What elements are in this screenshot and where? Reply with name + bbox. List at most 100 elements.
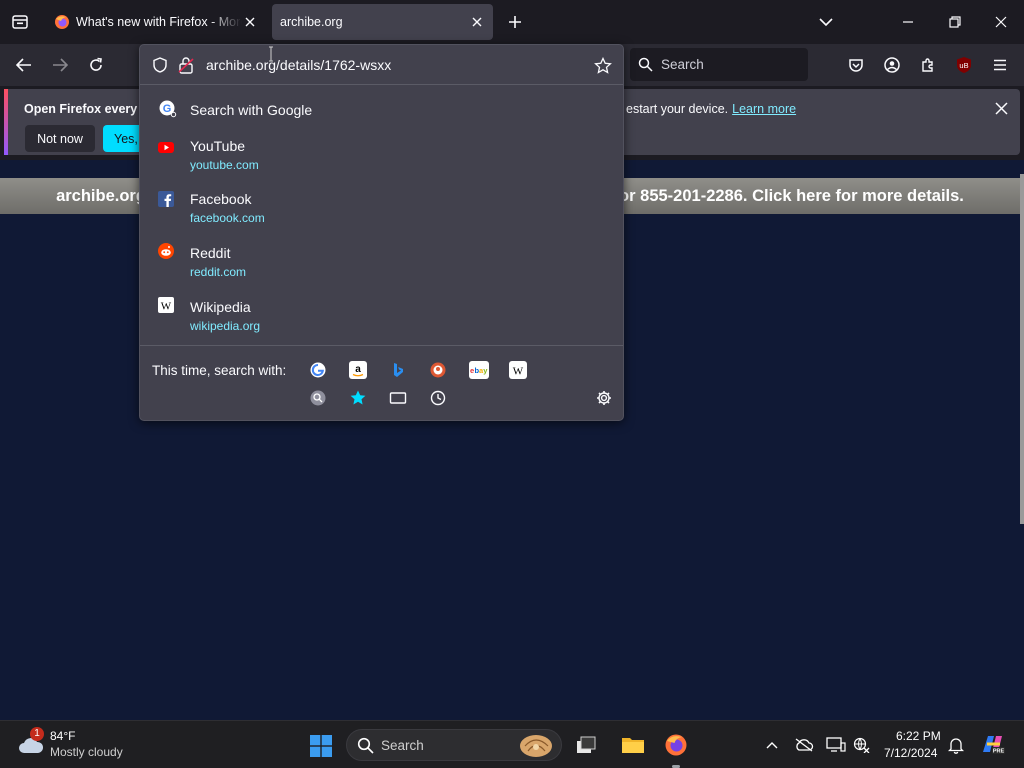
history-icon — [430, 390, 446, 406]
result-title: Facebook — [190, 191, 252, 207]
notifications-button[interactable] — [946, 735, 966, 755]
google-search-icon: G — [159, 100, 177, 118]
svg-text:uB: uB — [959, 61, 968, 70]
notification-message: Open Firefox every ti — [24, 102, 149, 116]
chevron-down-icon — [819, 18, 833, 27]
search-settings-button[interactable] — [594, 388, 614, 408]
tab-archibe[interactable]: archibe.org — [272, 4, 493, 40]
clock-date[interactable]: 7/12/2024 — [884, 746, 937, 760]
network-globe-icon — [853, 737, 870, 753]
result-reddit[interactable]: Reddit reddit.com — [140, 240, 623, 284]
ublock-origin-button[interactable]: uB — [948, 49, 980, 81]
taskbar-task-view-app[interactable] — [570, 729, 602, 761]
engine-google-button[interactable] — [309, 361, 327, 379]
tabs-icon — [389, 392, 407, 404]
weather-temperature: 84°F — [50, 729, 76, 743]
tab-whats-new[interactable]: What's new with Firefox - More — [46, 4, 266, 40]
back-button[interactable] — [8, 49, 40, 81]
duckduckgo-icon — [430, 362, 446, 378]
engine-duckduckgo-button[interactable] — [429, 361, 447, 379]
bing-icon — [394, 363, 403, 377]
address-bar-dropdown: archibe.org/details/1762-wsxx G Search w… — [139, 44, 624, 421]
amazon-icon: a — [352, 364, 364, 377]
engine-wikipedia-button[interactable]: W — [509, 361, 527, 379]
engine-amazon-button[interactable]: a — [349, 361, 367, 379]
windows-taskbar: 1 84°F Mostly cloudy Search 6:22 PM 7/12… — [0, 720, 1024, 768]
tab-strip: What's new with Firefox - More archibe.o… — [0, 0, 1024, 44]
firefox-view-button[interactable] — [4, 6, 36, 38]
svg-text:W: W — [513, 366, 524, 378]
mode-bookmarks-button[interactable] — [349, 389, 367, 407]
result-search-with-google[interactable]: G Search with Google — [140, 95, 623, 123]
list-all-tabs-button[interactable] — [810, 6, 842, 38]
taskbar-firefox-app[interactable] — [660, 729, 692, 761]
url-input[interactable]: archibe.org/details/1762-wsxx — [206, 57, 391, 73]
ebay-icon: ebay — [470, 366, 488, 375]
taskbar-search-box[interactable]: Search — [346, 729, 562, 761]
start-button[interactable] — [305, 730, 337, 762]
new-tab-button[interactable] — [500, 6, 530, 38]
account-button[interactable] — [876, 49, 908, 81]
mode-tabs-button[interactable] — [389, 389, 407, 407]
minimize-icon — [903, 21, 913, 23]
taskbar-file-explorer-app[interactable] — [617, 729, 649, 761]
close-tab-icon[interactable] — [469, 14, 485, 30]
display-status-button[interactable] — [826, 735, 846, 755]
onedrive-status-button[interactable] — [794, 735, 814, 755]
mode-search-button[interactable] — [309, 389, 327, 407]
close-window-button[interactable] — [985, 6, 1017, 38]
restore-icon — [949, 16, 961, 28]
result-title: Search with Google — [190, 102, 313, 118]
facebook-icon — [158, 191, 174, 207]
close-tab-icon[interactable] — [242, 14, 258, 30]
svg-text:y: y — [483, 366, 488, 375]
insecure-lock-icon[interactable] — [178, 56, 194, 74]
learn-more-link[interactable]: Learn more — [732, 102, 796, 116]
close-notification-button[interactable] — [990, 97, 1012, 119]
task-view-icon — [577, 736, 596, 753]
wikipedia-icon: W — [158, 297, 174, 313]
account-icon — [884, 57, 900, 73]
wikipedia-icon: W — [513, 366, 524, 378]
firefox-logo-icon — [55, 15, 69, 29]
result-youtube[interactable]: YouTube youtube.com — [140, 133, 623, 177]
svg-text:W: W — [161, 301, 172, 313]
one-off-search-label: This time, search with: — [152, 363, 287, 378]
weather-description: Mostly cloudy — [50, 745, 123, 759]
gear-icon — [597, 391, 611, 405]
address-input-row[interactable]: archibe.org/details/1762-wsxx — [140, 45, 623, 85]
network-status-button[interactable] — [852, 735, 872, 755]
close-icon — [995, 16, 1007, 28]
result-facebook[interactable]: Facebook facebook.com — [140, 186, 623, 230]
arrow-left-icon — [16, 58, 31, 72]
search-highlight-shell-icon — [520, 735, 552, 757]
show-hidden-icons-button[interactable] — [762, 735, 782, 755]
tab-title: archibe.org — [280, 15, 343, 29]
restore-button[interactable] — [939, 6, 971, 38]
result-wikipedia[interactable]: W Wikipedia wikipedia.org — [140, 294, 623, 338]
arrow-right-icon — [53, 58, 68, 72]
copilot-icon: PRE — [983, 736, 1005, 755]
engine-ebay-button[interactable]: ebay — [469, 361, 489, 379]
copilot-button[interactable]: PRE — [980, 731, 1006, 757]
close-icon — [994, 101, 1008, 115]
forward-button[interactable] — [44, 49, 76, 81]
page-scrollbar[interactable] — [1020, 174, 1024, 524]
result-url: facebook.com — [190, 211, 265, 225]
minimize-button[interactable] — [892, 6, 924, 38]
reload-button[interactable] — [80, 49, 112, 81]
extensions-button[interactable] — [912, 49, 944, 81]
not-now-button[interactable]: Not now — [25, 125, 95, 152]
notification-message-tail: estart your device. Learn more — [626, 102, 796, 116]
weather-widget[interactable]: 1 84°F Mostly cloudy — [14, 727, 144, 763]
search-bar[interactable]: Search — [630, 48, 808, 81]
tracking-protection-shield-icon[interactable] — [152, 57, 168, 73]
bookmark-page-button[interactable] — [592, 55, 614, 77]
app-menu-button[interactable] — [984, 49, 1016, 81]
clock-time[interactable]: 6:22 PM — [896, 729, 941, 743]
mode-history-button[interactable] — [429, 389, 447, 407]
search-icon — [310, 390, 326, 406]
pocket-button[interactable] — [840, 49, 872, 81]
engine-bing-button[interactable] — [389, 361, 407, 379]
result-title: YouTube — [190, 138, 246, 154]
